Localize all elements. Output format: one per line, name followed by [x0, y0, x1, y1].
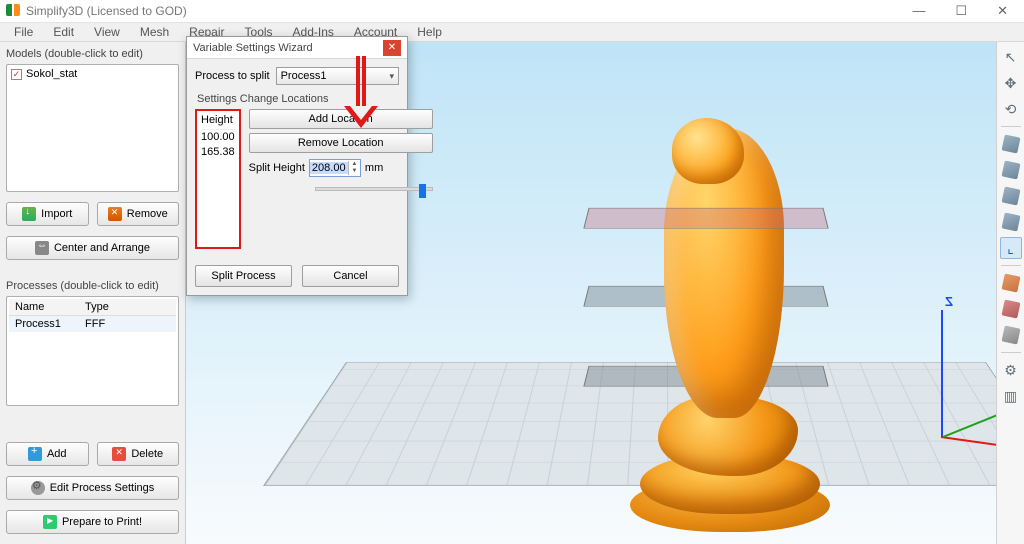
- center-arrange-button[interactable]: Center and Arrange: [6, 236, 179, 260]
- divider: [1001, 265, 1021, 266]
- remove-icon: [108, 207, 122, 221]
- remove-button[interactable]: Remove: [97, 202, 180, 226]
- view-top-icon[interactable]: [1000, 133, 1022, 155]
- right-toolbar: ↖ ✥ ⟲ ⌞ ⚙ ▥: [996, 42, 1024, 544]
- cancel-button[interactable]: Cancel: [302, 265, 399, 287]
- menu-view[interactable]: View: [84, 23, 130, 41]
- play-icon: [43, 515, 57, 529]
- menu-edit[interactable]: Edit: [43, 23, 84, 41]
- gear-icon: [31, 481, 45, 495]
- locations-header: Height: [201, 113, 235, 130]
- tool-cursor-icon[interactable]: ↖: [1000, 46, 1022, 68]
- split-height-input[interactable]: ▲▼: [309, 159, 361, 177]
- model-name: Sokol_stat: [26, 68, 77, 80]
- view-side-icon[interactable]: [1000, 185, 1022, 207]
- processes-table[interactable]: Name Type Process1 FFF: [6, 296, 179, 406]
- center-icon: [35, 241, 49, 255]
- window-title: Simplify3D (Licensed to GOD): [26, 4, 906, 18]
- dialog-title: Variable Settings Wizard: [193, 42, 383, 54]
- support-icon[interactable]: ▥: [1000, 385, 1022, 407]
- processes-label: Processes (double-click to edit): [6, 280, 179, 292]
- variable-settings-dialog: Variable Settings Wizard ✕ Process to sp…: [186, 36, 408, 296]
- view-home-icon[interactable]: ⌞: [1000, 237, 1022, 259]
- unit-label: mm: [365, 162, 383, 174]
- window-titlebar: Simplify3D (Licensed to GOD) — ☐ ✕: [0, 0, 1024, 22]
- left-panel: Models (double-click to edit) ✓ Sokol_st…: [0, 42, 185, 544]
- window-close-button[interactable]: ✕: [991, 3, 1014, 19]
- tool-move-icon[interactable]: ✥: [1000, 72, 1022, 94]
- models-list[interactable]: ✓ Sokol_stat: [6, 64, 179, 192]
- location-item[interactable]: 165.38: [201, 145, 235, 160]
- delete-icon: [112, 447, 126, 461]
- spinner-arrows-icon[interactable]: ▲▼: [348, 161, 360, 175]
- toggle-light-icon[interactable]: [1000, 298, 1022, 320]
- col-name: Name: [9, 299, 79, 315]
- import-icon: [22, 207, 36, 221]
- add-process-button[interactable]: Add: [6, 442, 89, 466]
- locations-list[interactable]: Height 100.00 165.38: [195, 109, 241, 249]
- model-checkbox[interactable]: ✓: [11, 69, 22, 80]
- split-height-field[interactable]: [310, 162, 348, 174]
- table-row[interactable]: Process1 FFF: [9, 316, 176, 332]
- process-select[interactable]: Process1: [276, 67, 399, 85]
- cut-plane: [583, 366, 828, 387]
- models-label: Models (double-click to edit): [6, 48, 179, 60]
- edit-process-settings-button[interactable]: Edit Process Settings: [6, 476, 179, 500]
- plus-icon: [28, 447, 42, 461]
- prepare-print-button[interactable]: Prepare to Print!: [6, 510, 179, 534]
- window-maximize-button[interactable]: ☐: [949, 3, 973, 19]
- locations-group-label: Settings Change Locations: [197, 93, 399, 105]
- split-height-label: Split Height: [249, 162, 305, 174]
- col-type: Type: [79, 299, 176, 315]
- remove-location-button[interactable]: Remove Location: [249, 133, 433, 153]
- location-item[interactable]: 100.00: [201, 130, 235, 145]
- menu-mesh[interactable]: Mesh: [130, 23, 179, 41]
- table-header: Name Type: [9, 299, 176, 316]
- import-button[interactable]: Import: [6, 202, 89, 226]
- cut-plane: [583, 286, 828, 307]
- split-height-slider[interactable]: [315, 187, 433, 191]
- divider: [1001, 352, 1021, 353]
- dialog-close-button[interactable]: ✕: [383, 40, 401, 56]
- split-process-button[interactable]: Split Process: [195, 265, 292, 287]
- menu-help[interactable]: Help: [407, 23, 452, 41]
- add-location-button[interactable]: Add Location: [249, 109, 433, 129]
- tool-rotate-icon[interactable]: ⟲: [1000, 98, 1022, 120]
- slider-thumb[interactable]: [419, 184, 426, 198]
- delete-process-button[interactable]: Delete: [97, 442, 180, 466]
- axis-z-icon: [941, 310, 943, 438]
- settings-icon[interactable]: ⚙: [1000, 359, 1022, 381]
- menu-bar: File Edit View Mesh Repair Tools Add-Ins…: [0, 22, 1024, 42]
- menu-file[interactable]: File: [4, 23, 43, 41]
- view-iso-icon[interactable]: [1000, 211, 1022, 233]
- toggle-plane-icon[interactable]: [1000, 324, 1022, 346]
- dialog-titlebar[interactable]: Variable Settings Wizard ✕: [187, 37, 407, 59]
- app-logo-icon: [6, 4, 20, 18]
- window-minimize-button[interactable]: —: [906, 3, 931, 19]
- view-front-icon[interactable]: [1000, 159, 1022, 181]
- divider: [1001, 126, 1021, 127]
- model-item[interactable]: ✓ Sokol_stat: [9, 67, 176, 81]
- cut-plane: [583, 208, 828, 229]
- process-to-split-label: Process to split: [195, 70, 270, 82]
- toggle-axes-icon[interactable]: [1000, 272, 1022, 294]
